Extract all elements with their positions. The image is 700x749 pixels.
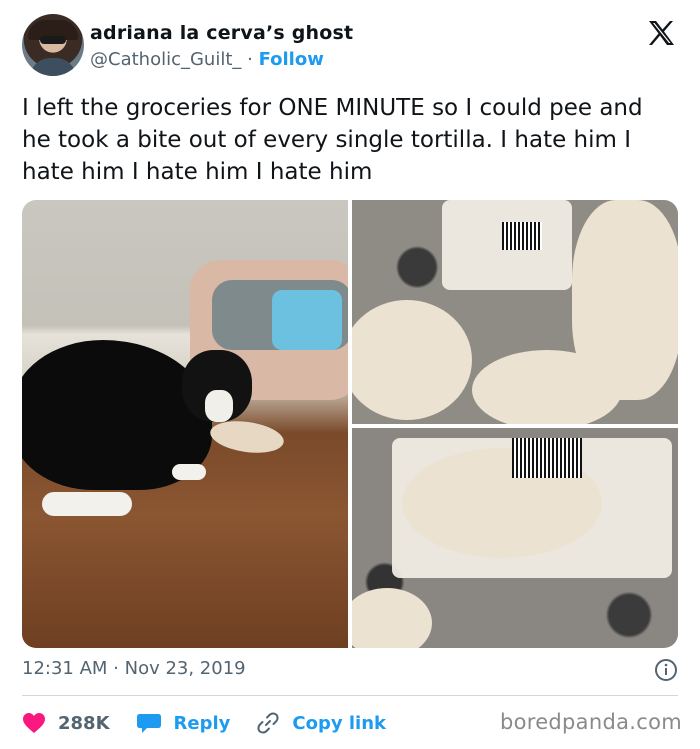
copy-link-button[interactable]: Copy link	[256, 711, 386, 735]
barcode	[512, 438, 582, 478]
photo-tortillas-bottom[interactable]	[352, 428, 678, 648]
tweet-header: adriana la cerva’s ghost @Catholic_Guilt…	[22, 14, 678, 80]
handle-row: @Catholic_Guilt_ · Follow	[90, 49, 324, 70]
heart-icon	[23, 713, 45, 733]
photo-cat-with-tortilla[interactable]	[22, 200, 348, 648]
handle-separator: ·	[241, 49, 259, 70]
tortilla	[572, 200, 678, 400]
cat-face	[205, 390, 233, 422]
photo-tortillas-top[interactable]	[352, 200, 678, 424]
like-button[interactable]: 288K	[22, 712, 110, 734]
bitten-tortilla	[208, 416, 286, 458]
avatar-shoulder	[30, 58, 76, 76]
cat-paw	[42, 492, 132, 516]
tortilla	[352, 300, 472, 420]
avatar-glasses	[40, 36, 66, 44]
watermark: boredpanda.com	[499, 710, 682, 734]
media-grid	[22, 200, 678, 648]
copy-link-label: Copy link	[292, 712, 386, 734]
divider	[22, 695, 678, 696]
tweet-timestamp[interactable]: 12:31 AM · Nov 23, 2019	[22, 658, 246, 679]
barcode	[502, 222, 542, 250]
info-icon[interactable]	[654, 658, 678, 682]
action-bar: 288K Reply Copy link	[22, 708, 412, 738]
follow-button[interactable]: Follow	[259, 49, 324, 70]
blue-package	[272, 290, 342, 350]
reply-label: Reply	[173, 712, 231, 734]
x-logo-icon[interactable]	[646, 18, 676, 48]
link-icon	[257, 712, 279, 734]
reply-button[interactable]: Reply	[136, 712, 231, 734]
avatar[interactable]	[22, 14, 84, 76]
tortilla	[352, 588, 432, 648]
like-count: 288K	[58, 712, 110, 734]
display-name[interactable]: adriana la cerva’s ghost	[90, 22, 353, 44]
tweet-text: I left the groceries for ONE MINUTE so I…	[22, 95, 643, 185]
cat-paw	[172, 464, 206, 480]
user-handle[interactable]: @Catholic_Guilt_	[90, 49, 241, 70]
speech-bubble-icon	[136, 714, 161, 733]
